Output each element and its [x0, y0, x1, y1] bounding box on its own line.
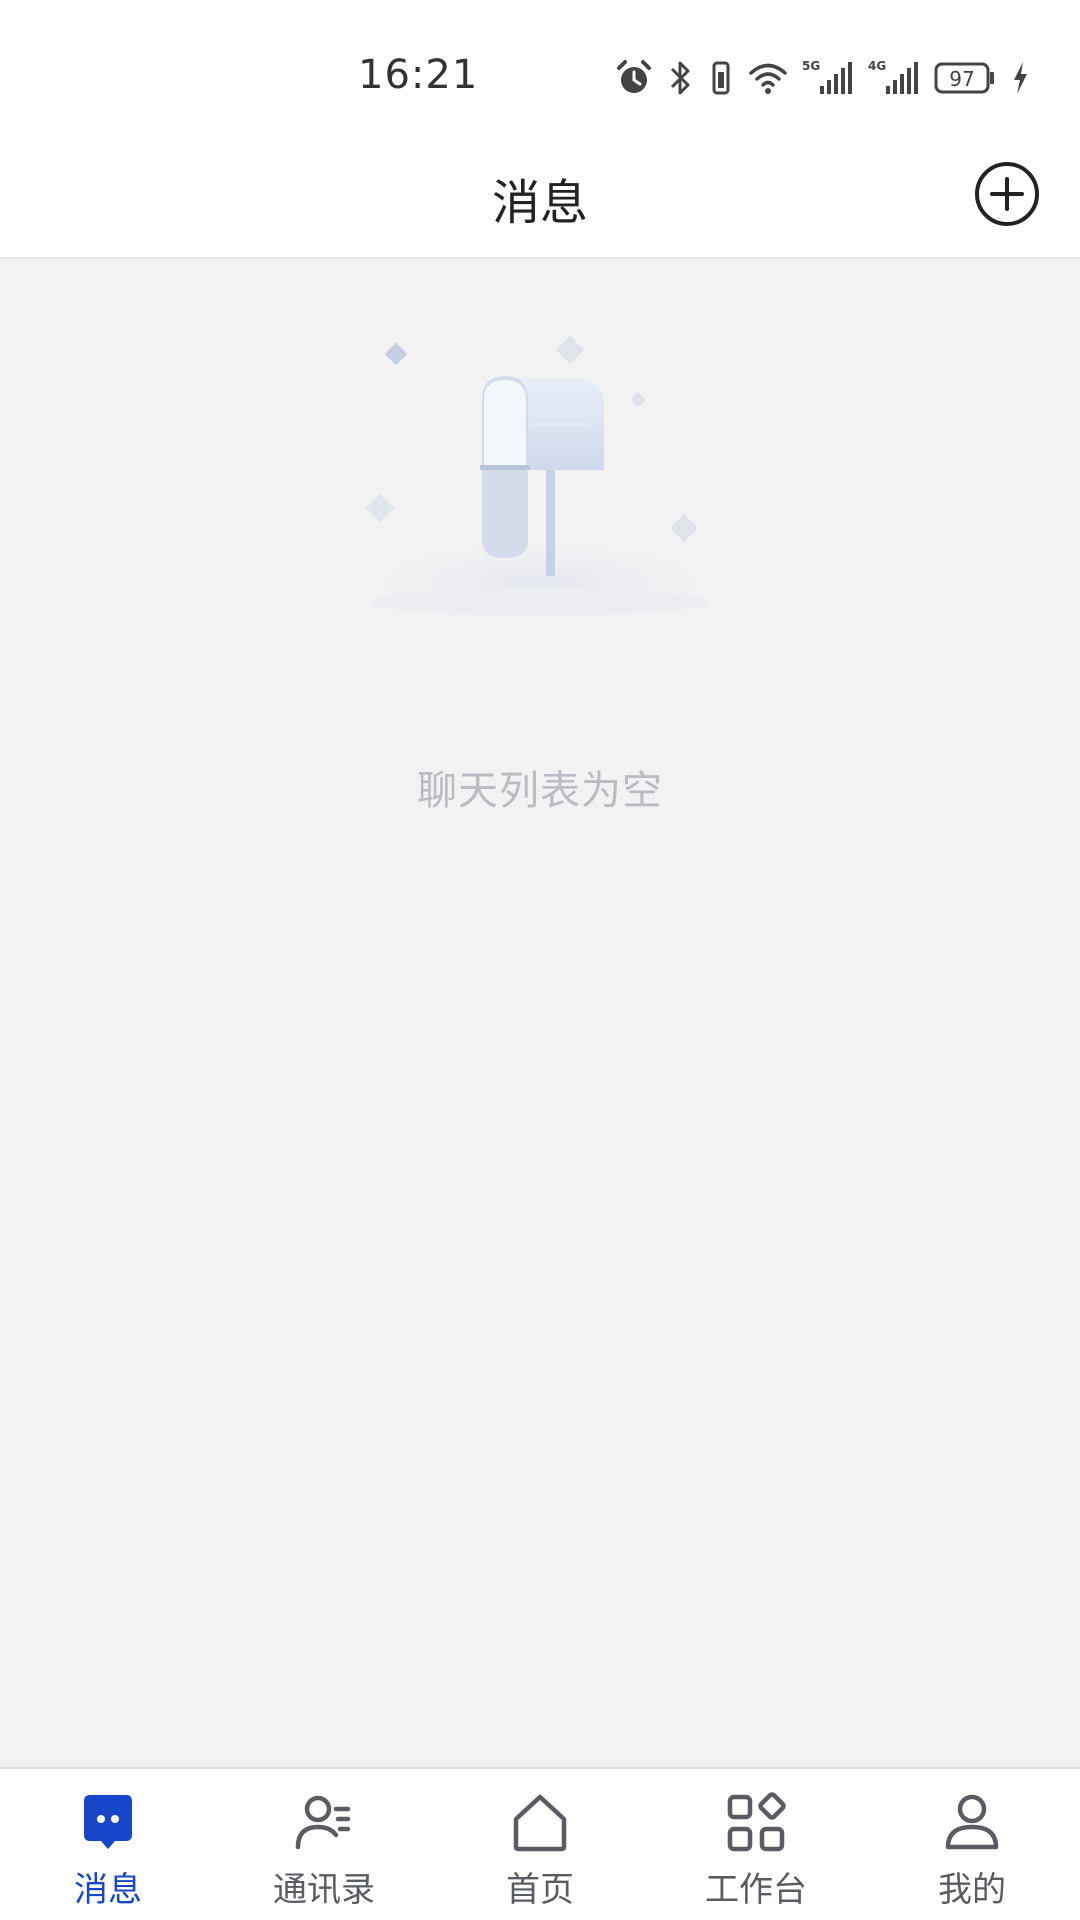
- nav-label: 消息: [74, 1870, 142, 1910]
- nav-label: 工作台: [705, 1870, 807, 1910]
- svg-text:5G: 5G: [802, 59, 820, 73]
- nav-item-messages[interactable]: 消息: [0, 1769, 216, 1920]
- mailbox-illustration: [335, 335, 745, 632]
- nav-item-profile[interactable]: 我的: [864, 1769, 1080, 1920]
- chat-bubble-icon: [84, 1795, 132, 1849]
- page-title: 消息: [491, 175, 588, 231]
- svg-text:4G: 4G: [868, 59, 886, 73]
- nav-label: 我的: [938, 1870, 1006, 1910]
- battery-icon: 97: [934, 62, 994, 94]
- apps-grid-icon: [727, 1792, 786, 1852]
- alarm-icon: [617, 60, 651, 93]
- contacts-icon: [295, 1795, 351, 1850]
- charging-icon: [1014, 62, 1027, 94]
- status-bar: 16:21 5G 4G 97: [0, 0, 1080, 135]
- user-icon: [945, 1794, 999, 1850]
- bottom-nav: 消息 通讯录 首页 工作台 我的: [0, 1767, 1080, 1920]
- nav-item-workbench[interactable]: 工作台: [648, 1769, 864, 1920]
- bluetooth-icon: [670, 61, 690, 95]
- app-header: 消息: [0, 135, 1080, 259]
- svg-text:97: 97: [949, 67, 974, 91]
- status-icons: 5G 4G 97: [614, 58, 1030, 98]
- plus-circle-icon[interactable]: [972, 159, 1042, 229]
- nav-label: 首页: [506, 1870, 574, 1910]
- nav-label: 通讯录: [273, 1870, 375, 1910]
- nav-item-home[interactable]: 首页: [432, 1769, 648, 1920]
- wifi-icon: [749, 63, 787, 94]
- vibrate-icon: [712, 61, 730, 95]
- home-icon: [513, 1794, 567, 1852]
- nav-item-contacts[interactable]: 通讯录: [216, 1769, 432, 1920]
- status-time: 16:21: [358, 52, 479, 98]
- signal-5g-icon: 5G: [802, 59, 852, 94]
- signal-4g-icon: 4G: [868, 59, 918, 94]
- empty-state-text: 聊天列表为空: [417, 768, 663, 814]
